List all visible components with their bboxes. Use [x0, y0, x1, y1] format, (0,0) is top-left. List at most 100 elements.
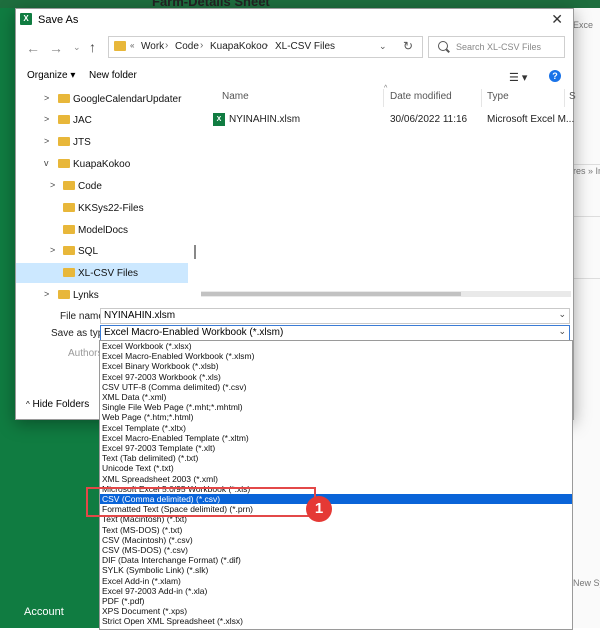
tree-item-xl-csv-files[interactable]: XL-CSV Files: [16, 263, 188, 283]
dropdown-option-label: Web Page (*.htm;*.html): [102, 412, 194, 423]
tree-item-code[interactable]: > Code: [16, 176, 188, 196]
annotation-highlight-box: [86, 487, 316, 517]
column-divider[interactable]: [383, 89, 384, 107]
dropdown-option[interactable]: Text (MS-DOS) (*.txt): [100, 525, 572, 535]
file-date: 30/06/2022 11:16: [390, 114, 468, 125]
tree-item-sql[interactable]: > SQL: [16, 241, 188, 261]
tree-item-label: Lynks: [73, 290, 99, 301]
dropdown-option[interactable]: Excel Workbook (*.xlsx): [100, 341, 572, 351]
excel-file-icon: X: [213, 113, 225, 126]
search-icon: [438, 41, 448, 51]
dropdown-option-label: Excel 97-2003 Add-in (*.xla): [102, 585, 208, 596]
dropdown-option-label: Single File Web Page (*.mht;*.mhtml): [102, 402, 243, 413]
chevron-down-icon[interactable]: v: [44, 158, 49, 168]
dropdown-option-label: Excel Workbook (*.xlsx): [102, 341, 192, 351]
scrollbar-thumb[interactable]: [201, 292, 461, 296]
chevron-right-icon[interactable]: >: [50, 180, 55, 190]
tree-item-kuapakokoo[interactable]: v KuapaKokoo: [16, 154, 188, 174]
column-divider[interactable]: [564, 89, 565, 107]
dropdown-option[interactable]: Excel Macro-Enabled Workbook (*.xlsm): [100, 351, 572, 361]
refresh-icon[interactable]: ↻: [403, 39, 413, 53]
dropdown-option[interactable]: Unicode Text (*.txt): [100, 463, 572, 473]
folder-icon: [58, 290, 70, 299]
dropdown-option[interactable]: Strict Open XML Spreadsheet (*.xlsx): [100, 616, 572, 626]
dropdown-option[interactable]: CSV (MS-DOS) (*.csv): [100, 545, 572, 555]
dropdown-option[interactable]: XML Spreadsheet 2003 (*.xml): [100, 474, 572, 484]
new-folder-button[interactable]: New folder: [89, 70, 137, 81]
tree-item-label: KKSys22-Files: [78, 203, 144, 214]
tree-item-label: JTS: [73, 137, 91, 148]
forward-arrow-icon[interactable]: →: [49, 40, 63, 56]
close-icon[interactable]: ✕: [551, 11, 563, 28]
dropdown-option[interactable]: Web Page (*.htm;*.html): [100, 412, 572, 422]
account-link[interactable]: Account: [24, 606, 64, 618]
dropdown-option[interactable]: CSV UTF-8 (Comma delimited) (*.csv): [100, 382, 572, 392]
dropdown-option[interactable]: Excel 97-2003 Template (*.xlt): [100, 443, 572, 453]
dropdown-option[interactable]: XPS Document (*.xps): [100, 606, 572, 616]
up-arrow-icon[interactable]: ↑: [89, 39, 96, 55]
chevron-right-icon[interactable]: >: [44, 93, 49, 103]
file-name-field[interactable]: NYINAHIN.xlsm ⌄: [100, 308, 570, 324]
breadcrumb-kuapakokoo[interactable]: KuapaKokoo: [210, 41, 267, 52]
nav-scrollbar[interactable]: [194, 245, 196, 259]
chevron-down-icon[interactable]: ⌄: [379, 41, 387, 52]
dropdown-option[interactable]: SYLK (Symbolic Link) (*.slk): [100, 565, 572, 575]
dropdown-option[interactable]: Excel 97-2003 Workbook (*.xls): [100, 372, 572, 382]
column-divider[interactable]: [481, 89, 482, 107]
tree-item-kksys22-files[interactable]: KKSys22-Files: [16, 198, 188, 218]
save-as-type-select[interactable]: Excel Macro-Enabled Workbook (*.xlsm) ⌄: [100, 325, 570, 341]
column-header-date[interactable]: Date modified: [390, 91, 452, 102]
dropdown-option[interactable]: CSV (Macintosh) (*.csv): [100, 535, 572, 545]
column-header-name[interactable]: Name: [222, 91, 249, 102]
chevron-right-icon[interactable]: >: [50, 245, 55, 255]
breadcrumb-code[interactable]: Code: [175, 41, 199, 52]
dropdown-option[interactable]: Text (Tab delimited) (*.txt): [100, 453, 572, 463]
chevron-down-icon[interactable]: ⌄: [558, 326, 566, 337]
view-options-icon[interactable]: ☰ ▾: [509, 71, 527, 84]
right-snippet: New Syst: [573, 578, 600, 588]
chevron-right-icon[interactable]: >: [44, 136, 49, 146]
horizontal-scrollbar[interactable]: [201, 291, 571, 297]
recent-locations-icon[interactable]: ⌄: [73, 42, 81, 53]
back-arrow-icon[interactable]: ←: [26, 40, 40, 56]
dropdown-option[interactable]: OpenDocument Spreadsheet (*.ods): [100, 627, 572, 629]
dropdown-option-label: Excel 97-2003 Workbook (*.xls): [102, 371, 221, 382]
file-row[interactable]: X NYINAHIN.xlsm 30/06/2022 11:16 Microso…: [201, 110, 574, 130]
search-input[interactable]: Search XL-CSV Files: [428, 36, 565, 58]
folder-icon: [58, 115, 70, 124]
hide-folders-button[interactable]: ^ Hide Folders: [26, 399, 89, 410]
tree-item-modeldocs[interactable]: ModelDocs: [16, 220, 188, 240]
address-prefix[interactable]: «: [130, 41, 134, 50]
chevron-right-icon[interactable]: >: [44, 114, 49, 124]
chevron-up-icon: ^: [26, 400, 30, 409]
organize-button[interactable]: Organize ▾: [27, 70, 75, 81]
dialog-title: Save As: [38, 14, 79, 26]
tree-item-lynks[interactable]: > Lynks: [16, 285, 188, 301]
address-bar[interactable]: « Work › Code › KuapaKokoo › XL-CSV File…: [108, 36, 423, 58]
dropdown-option[interactable]: Excel 97-2003 Add-in (*.xla): [100, 586, 572, 596]
divider: [573, 216, 600, 217]
dropdown-option[interactable]: Excel Template (*.xltx): [100, 423, 572, 433]
chevron-down-icon[interactable]: ⌄: [558, 309, 566, 320]
sort-indicator-icon: ^: [384, 85, 388, 92]
right-snippet: res » Im: [573, 166, 600, 176]
breadcrumb-xl-csv-files[interactable]: XL-CSV Files: [275, 41, 335, 52]
dropdown-option[interactable]: PDF (*.pdf): [100, 596, 572, 606]
breadcrumb-work[interactable]: Work: [141, 41, 164, 52]
dropdown-option-label: Excel Add-in (*.xlam): [102, 575, 181, 586]
help-icon[interactable]: ?: [549, 70, 561, 82]
column-header-size[interactable]: S: [569, 91, 576, 102]
dropdown-option[interactable]: Excel Binary Workbook (*.xlsb): [100, 361, 572, 371]
chevron-right-icon[interactable]: >: [44, 289, 49, 299]
tree-item-googlecalendarupdater[interactable]: > GoogleCalendarUpdater: [16, 89, 188, 109]
dropdown-option[interactable]: DIF (Data Interchange Format) (*.dif): [100, 555, 572, 565]
dropdown-option[interactable]: Excel Add-in (*.xlam): [100, 576, 572, 586]
tree-item-jac[interactable]: > JAC: [16, 110, 188, 130]
tree-item-jts[interactable]: > JTS: [16, 132, 188, 152]
dropdown-option[interactable]: Single File Web Page (*.mht;*.mhtml): [100, 402, 572, 412]
right-snippet: Exce: [573, 20, 594, 30]
dropdown-option-label: DIF (Data Interchange Format) (*.dif): [102, 555, 241, 566]
dropdown-option[interactable]: XML Data (*.xml): [100, 392, 572, 402]
dropdown-option[interactable]: Excel Macro-Enabled Template (*.xltm): [100, 433, 572, 443]
column-header-type[interactable]: Type: [487, 91, 509, 102]
